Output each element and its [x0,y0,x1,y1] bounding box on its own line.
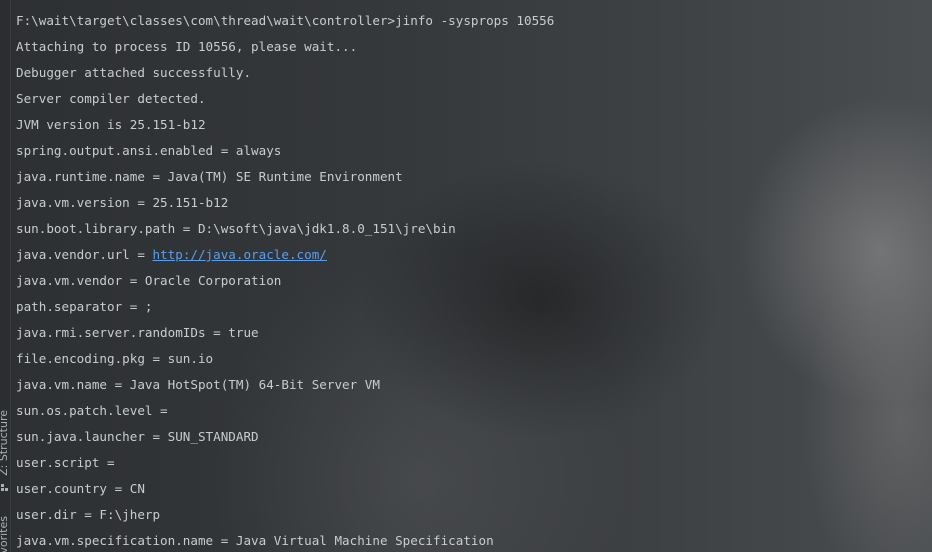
console-line: F:\wait\target\classes\com\thread\wait\c… [16,13,555,28]
structure-icon [1,484,8,491]
console-line: path.separator = ; [16,299,153,314]
console-line: java.vm.specification.name = Java Virtua… [16,533,494,548]
console-line: java.vendor.url = http://java.oracle.com… [16,245,554,271]
console-line: java.runtime.name = Java(TM) SE Runtime … [16,169,403,184]
console-line: java.rmi.server.randomIDs = true [16,325,259,340]
console-line-text: java.vendor.url = [16,247,153,262]
favorites-tool-tab[interactable]: vorites [0,516,10,552]
console-line: Server compiler detected. [16,91,206,106]
console-line: user.script = [16,455,123,470]
console-line: user.country = CN [16,481,145,496]
console-line: java.vm.vendor = Oracle Corporation [16,273,282,288]
terminal-output[interactable]: F:\wait\target\classes\com\thread\wait\c… [16,11,554,552]
console-line: spring.output.ansi.enabled = always [16,143,282,158]
console-line: JVM version is 25.151-b12 [16,117,206,132]
vendor-url-link[interactable]: http://java.oracle.com/ [152,247,326,262]
console-line: sun.java.launcher = SUN_STANDARD [16,429,259,444]
structure-tool-tab[interactable]: Z: Structure [0,410,10,476]
console-line: file.encoding.pkg = sun.io [16,351,214,366]
left-tool-window-strip: Z: Structure vorites [0,0,11,552]
console-line: java.vm.name = Java HotSpot(TM) 64-Bit S… [16,377,380,392]
console-line: sun.os.patch.level = [16,403,176,418]
console-line: Attaching to process ID 10556, please wa… [16,39,358,54]
console-line: Debugger attached successfully. [16,65,252,80]
console-line: user.dir = F:\jherp [16,507,161,522]
console-line: sun.boot.library.path = D:\wsoft\java\jd… [16,221,456,236]
console-line: java.vm.version = 25.151-b12 [16,195,229,210]
